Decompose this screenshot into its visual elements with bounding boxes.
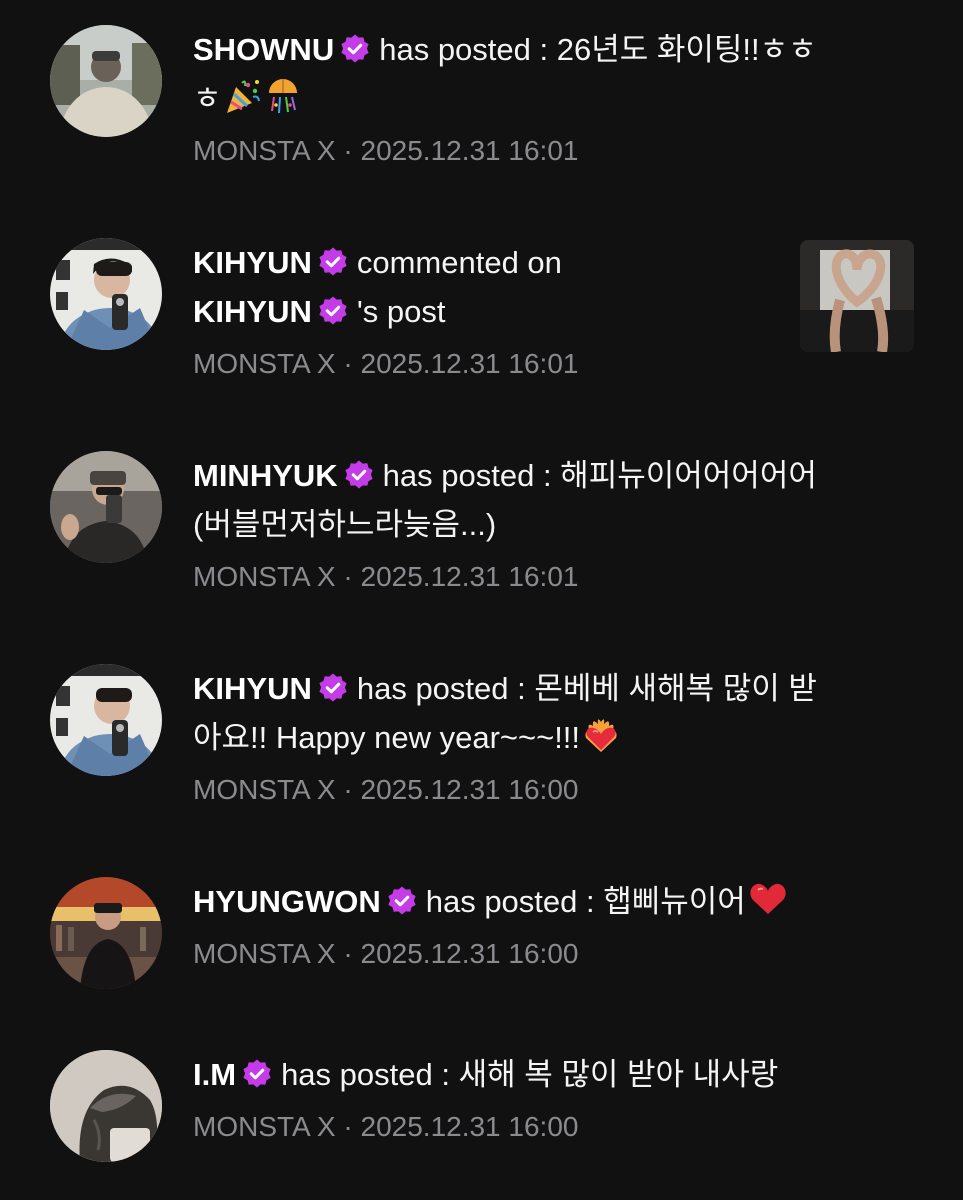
avatar-image <box>50 451 162 563</box>
verified-badge-icon <box>241 1058 273 1090</box>
notification-text: HYUNGWON has posted : 햅삐뉴이어 <box>193 877 788 926</box>
heart-on-fire-icon <box>582 716 620 754</box>
avatar[interactable] <box>50 238 162 350</box>
notification-text: I.M has posted : 새해 복 많이 받아 내사랑 <box>193 1050 778 1099</box>
avatar-image <box>50 1050 162 1162</box>
avatar[interactable] <box>50 25 162 137</box>
notification-content: KIHYUN has posted : 몬베베 새해복 많이 받 아요!! Hap… <box>193 664 817 807</box>
username[interactable]: I.M <box>193 1057 236 1092</box>
timestamp: MONSTA X · 2025.12.31 16:01 <box>193 561 579 592</box>
username[interactable]: HYUNGWON <box>193 884 381 919</box>
avatar-image <box>50 238 162 350</box>
post-suffix-text: 's post <box>356 294 446 329</box>
verified-badge-icon <box>317 295 349 327</box>
timestamp: MONSTA X · 2025.12.31 16:00 <box>193 774 579 805</box>
verified-badge-icon <box>343 459 375 491</box>
notification-text-continued: ㅎ <box>193 74 817 123</box>
verified-badge-icon <box>386 885 418 917</box>
post-thumbnail-image <box>800 240 914 352</box>
verified-badge-icon <box>317 246 349 278</box>
confetti-ball-icon <box>264 77 302 115</box>
notification-text: SHOWNU has posted : 26년도 화이팅!!ㅎㅎ <box>193 25 817 74</box>
notification-text: KIHYUN has posted : 몬베베 새해복 많이 받 <box>193 664 817 713</box>
action-text: has posted : 26년도 화이팅!!ㅎㅎ <box>379 32 817 67</box>
red-heart-icon <box>748 878 788 918</box>
avatar[interactable] <box>50 664 162 776</box>
username[interactable]: KIHYUN <box>193 245 312 280</box>
verified-badge-icon <box>339 33 371 65</box>
action-text: has posted : 몬베베 새해복 많이 받 <box>356 671 817 706</box>
notification-text-continued: KIHYUN 's post <box>193 287 578 336</box>
notification-content: MINHYUK has posted : 해피뉴이어어어어어 (버블먼저하느라늦음… <box>193 451 817 594</box>
avatar[interactable] <box>50 451 162 563</box>
action-text-continued: 아요!! Happy new year~~~!!! <box>193 720 581 755</box>
timestamp: MONSTA X · 2025.12.31 16:01 <box>193 135 579 166</box>
notification-text: MINHYUK has posted : 해피뉴이어어어어어 <box>193 451 817 500</box>
party-popper-icon <box>224 77 262 115</box>
notification-content: KIHYUN commented on KIHYUN 's post MONSTA … <box>193 238 578 381</box>
action-text: commented on <box>356 245 562 280</box>
avatar-image <box>50 25 162 137</box>
timestamp: MONSTA X · 2025.12.31 16:01 <box>193 348 579 379</box>
action-text: has posted : 해피뉴이어어어어어 <box>382 458 817 493</box>
action-text-continued: ㅎ <box>193 81 222 116</box>
avatar[interactable] <box>50 1050 162 1162</box>
verified-badge-icon <box>317 672 349 704</box>
username[interactable]: MINHYUK <box>193 458 338 493</box>
avatar[interactable] <box>50 877 162 989</box>
avatar-image <box>50 664 162 776</box>
notification-content: HYUNGWON has posted : 햅삐뉴이어 MONSTA X · 20… <box>193 877 788 971</box>
action-text-continued: (버블먼저하느라늦음...) <box>193 507 497 542</box>
notification-text: KIHYUN commented on <box>193 238 578 287</box>
action-text: has posted : 새해 복 많이 받아 내사랑 <box>281 1057 779 1092</box>
timestamp: MONSTA X · 2025.12.31 16:00 <box>193 1111 579 1142</box>
action-text: has posted : 햅삐뉴이어 <box>425 884 746 919</box>
username[interactable]: SHOWNU <box>193 32 334 67</box>
post-owner-name[interactable]: KIHYUN <box>193 294 312 329</box>
notification-content: I.M has posted : 새해 복 많이 받아 내사랑 MONSTA X … <box>193 1050 778 1144</box>
notification-content: SHOWNU has posted : 26년도 화이팅!!ㅎㅎ ㅎ MONSTA… <box>193 25 817 168</box>
timestamp: MONSTA X · 2025.12.31 16:00 <box>193 938 579 969</box>
avatar-image <box>50 877 162 989</box>
post-thumbnail[interactable] <box>800 240 914 352</box>
notification-text-continued: (버블먼저하느라늦음...) <box>193 500 817 549</box>
notification-text-continued: 아요!! Happy new year~~~!!! <box>193 713 817 762</box>
username[interactable]: KIHYUN <box>193 671 312 706</box>
notification-feed: SHOWNU has posted : 26년도 화이팅!!ㅎㅎ ㅎ MONSTA… <box>0 0 963 1200</box>
